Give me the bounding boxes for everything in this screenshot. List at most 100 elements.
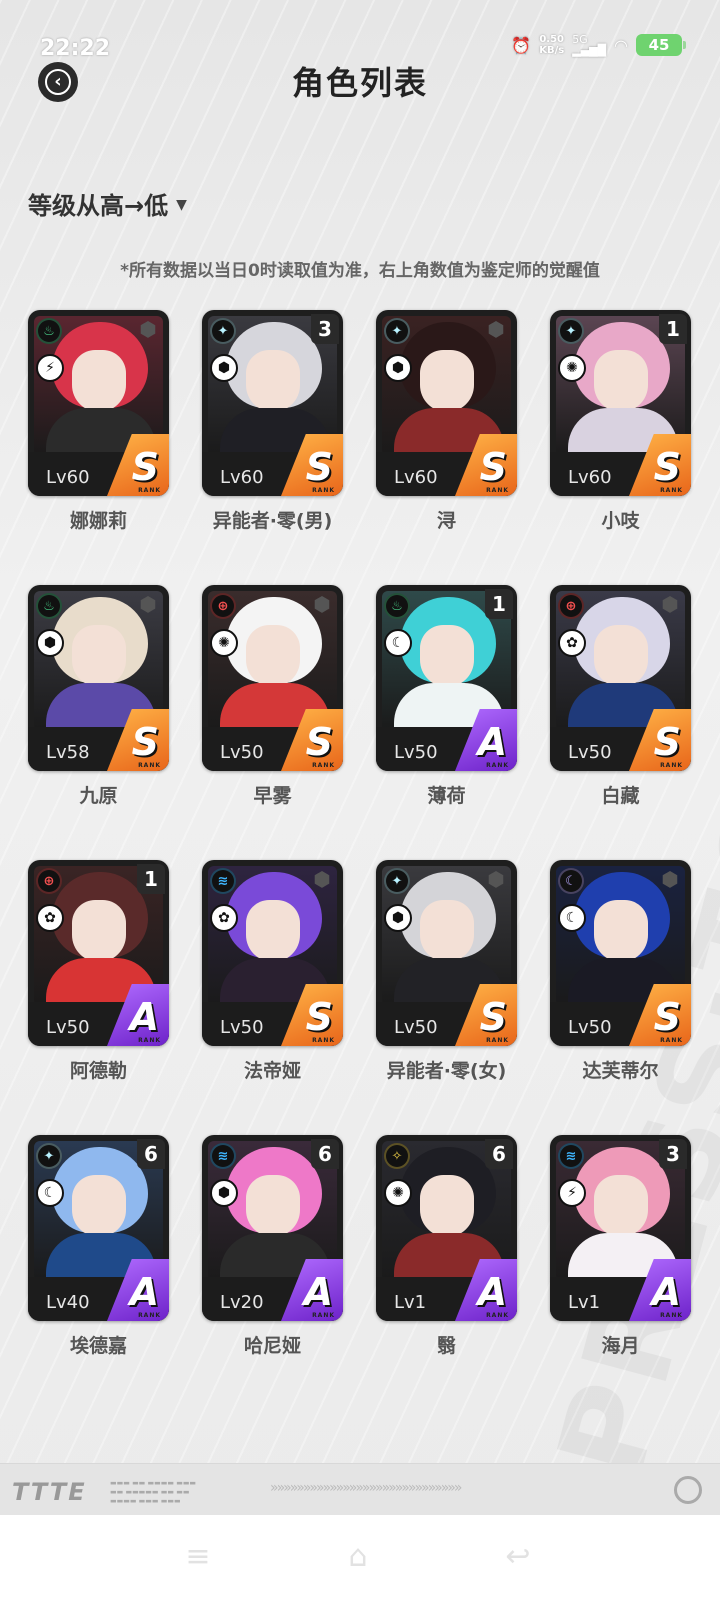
class-type-icon: ⬢: [384, 904, 412, 932]
character-item[interactable]: ✦ ⬢ ⬢ Lv50 S RANK 异能者·零(女): [376, 860, 517, 1083]
character-item[interactable]: ✦ 6 ☾ Lv40 A RANK 埃德嘉: [28, 1135, 169, 1358]
rank-letter: A: [477, 720, 507, 764]
character-level: Lv1: [568, 1292, 601, 1313]
character-level: Lv40: [46, 1292, 90, 1313]
rank-letter: A: [129, 995, 159, 1039]
character-card[interactable]: ≋ 3 ⚡ Lv1 A RANK: [550, 1135, 691, 1321]
rank-letter: S: [479, 445, 507, 489]
awakening-badge: 6: [137, 1139, 165, 1169]
battery-indicator: 45: [636, 34, 686, 56]
character-item[interactable]: ⊕ ⬢ ✿ Lv50 S RANK 白藏: [550, 585, 691, 808]
net-speed-value: 0.50: [539, 34, 565, 45]
character-card[interactable]: ≋ 6 ⬢ Lv20 A RANK: [202, 1135, 343, 1321]
character-card[interactable]: ♨ ⬢ ⚡ Lv60 S RANK: [28, 310, 169, 496]
character-item[interactable]: ≋ 3 ⚡ Lv1 A RANK 海月: [550, 1135, 691, 1358]
hexagon-slot-icon: ⬢: [661, 867, 679, 891]
character-card[interactable]: ✦ ⬢ ⬢ Lv50 S RANK: [376, 860, 517, 1046]
home-nav-icon[interactable]: ⌂: [336, 1535, 380, 1579]
footer-logo: TTTE: [12, 1478, 87, 1506]
rank-sub-label: RANK: [486, 1037, 509, 1044]
character-item[interactable]: ☾ ⬢ ☾ Lv50 S RANK 达芙蒂尔: [550, 860, 691, 1083]
character-item[interactable]: ✦ 1 ✺ Lv60 S RANK 小吱: [550, 310, 691, 533]
character-item[interactable]: ≋ 6 ⬢ Lv20 A RANK 哈尼娅: [202, 1135, 343, 1358]
rank-sub-label: RANK: [660, 1037, 683, 1044]
character-card[interactable]: ✦ 6 ☾ Lv40 A RANK: [28, 1135, 169, 1321]
hexagon-slot-icon: ⬢: [661, 592, 679, 616]
sort-label: 等级从高→低: [28, 192, 169, 220]
rank-sub-label: RANK: [486, 487, 509, 494]
element-shuriken-icon: ✧: [384, 1143, 410, 1169]
class-type-icon: ✿: [210, 904, 238, 932]
signal-icon: 5G ▂▄▆█: [572, 33, 607, 57]
system-nav-bar: ≡ ⌂ ↩: [0, 1515, 720, 1600]
element-crit-icon: ⊕: [36, 868, 62, 894]
rank-letter: A: [651, 1270, 681, 1314]
character-item[interactable]: ⊕ 1 ✿ Lv50 A RANK 阿德勒: [28, 860, 169, 1083]
character-name: 九原: [79, 785, 118, 807]
character-name: 薄荷: [427, 785, 466, 807]
character-card[interactable]: ⊕ ⬢ ✿ Lv50 S RANK: [550, 585, 691, 771]
rank-sub-label: RANK: [486, 1312, 509, 1319]
sort-dropdown[interactable]: 等级从高→低 ▼: [28, 186, 187, 221]
character-item[interactable]: ♨ ⬢ ⚡ Lv60 S RANK 娜娜莉: [28, 310, 169, 533]
rank-sub-label: RANK: [660, 487, 683, 494]
character-item[interactable]: ≋ ⬢ ✿ Lv50 S RANK 法帝娅: [202, 860, 343, 1083]
character-card[interactable]: ✧ 6 ✺ Lv1 A RANK: [376, 1135, 517, 1321]
character-level: Lv50: [394, 1017, 438, 1038]
element-light-icon: ✦: [36, 1143, 62, 1169]
character-card[interactable]: ☾ ⬢ ☾ Lv50 S RANK: [550, 860, 691, 1046]
character-card[interactable]: ⊕ ⬢ ✺ Lv50 S RANK: [202, 585, 343, 771]
rank-letter: A: [477, 1270, 507, 1314]
character-name: 娜娜莉: [69, 510, 127, 532]
character-card[interactable]: ≋ ⬢ ✿ Lv50 S RANK: [202, 860, 343, 1046]
rank-sub-label: RANK: [312, 762, 335, 769]
awakening-badge: 6: [311, 1139, 339, 1169]
character-item[interactable]: ✧ 6 ✺ Lv1 A RANK 翳: [376, 1135, 517, 1358]
hexagon-slot-icon: ⬢: [139, 317, 157, 341]
character-item[interactable]: ⊕ ⬢ ✺ Lv50 S RANK 早雾: [202, 585, 343, 808]
character-card[interactable]: ✦ ⬢ ⬢ Lv60 S RANK: [376, 310, 517, 496]
element-water-icon: ≋: [210, 868, 236, 894]
class-type-icon: ⚡: [558, 1179, 586, 1207]
class-type-icon: ✺: [384, 1179, 412, 1207]
class-type-icon: ⬢: [384, 354, 412, 382]
character-name: 哈尼娅: [243, 1335, 301, 1357]
character-name: 翳: [436, 1335, 456, 1357]
character-level: Lv50: [394, 742, 438, 763]
hexagon-slot-icon: ⬢: [313, 867, 331, 891]
footer-emblem-icon: [674, 1476, 702, 1504]
character-item[interactable]: ♨ ⬢ ⬢ Lv58 S RANK 九原: [28, 585, 169, 808]
character-grid: ♨ ⬢ ⚡ Lv60 S RANK 娜娜莉 ✦ 3 ⬢ Lv60 S RANK: [28, 310, 696, 1358]
footer-band: TTTE ▬▬▬ ▬▬ ▬▬▬▬ ▬▬▬ ▬▬ ▬▬▬▬▬ ▬▬ ▬▬ ▬▬▬▬ ▬…: [0, 1463, 720, 1515]
rank-sub-label: RANK: [312, 1037, 335, 1044]
character-name: 埃德嘉: [69, 1335, 127, 1357]
character-name: 浔: [436, 510, 456, 532]
rank-letter: A: [303, 1270, 333, 1314]
menu-nav-icon[interactable]: ≡: [176, 1535, 220, 1579]
character-item[interactable]: ♨ 1 ☾ Lv50 A RANK 薄荷: [376, 585, 517, 808]
rank-sub-label: RANK: [312, 1312, 335, 1319]
character-item[interactable]: ✦ 3 ⬢ Lv60 S RANK 异能者·零(男): [202, 310, 343, 533]
character-card[interactable]: ♨ ⬢ ⬢ Lv58 S RANK: [28, 585, 169, 771]
rank-letter: S: [479, 995, 507, 1039]
awakening-badge: 3: [659, 1139, 687, 1169]
status-icons: ⏰ 0.50 KB/s 5G ▂▄▆█ ◠ 45: [511, 33, 686, 57]
rank-sub-label: RANK: [312, 487, 335, 494]
character-card[interactable]: ✦ 3 ⬢ Lv60 S RANK: [202, 310, 343, 496]
alarm-icon: ⏰: [511, 35, 532, 55]
character-level: Lv60: [568, 467, 612, 488]
element-light-icon: ✦: [558, 318, 584, 344]
character-card[interactable]: ✦ 1 ✺ Lv60 S RANK: [550, 310, 691, 496]
rank-sub-label: RANK: [138, 1312, 161, 1319]
back-nav-icon[interactable]: ↩: [496, 1535, 540, 1579]
hexagon-slot-icon: ⬢: [487, 867, 505, 891]
element-light-icon: ✦: [384, 868, 410, 894]
element-crit-icon: ⊕: [558, 593, 584, 619]
rank-letter: S: [131, 445, 159, 489]
character-card[interactable]: ⊕ 1 ✿ Lv50 A RANK: [28, 860, 169, 1046]
class-type-icon: ✺: [210, 629, 238, 657]
character-card[interactable]: ♨ 1 ☾ Lv50 A RANK: [376, 585, 517, 771]
rank-sub-label: RANK: [138, 487, 161, 494]
footer-fine-print: ▬▬▬ ▬▬ ▬▬▬▬ ▬▬▬ ▬▬ ▬▬▬▬▬ ▬▬ ▬▬ ▬▬▬▬ ▬▬▬ ▬▬…: [110, 1479, 197, 1505]
character-item[interactable]: ✦ ⬢ ⬢ Lv60 S RANK 浔: [376, 310, 517, 533]
